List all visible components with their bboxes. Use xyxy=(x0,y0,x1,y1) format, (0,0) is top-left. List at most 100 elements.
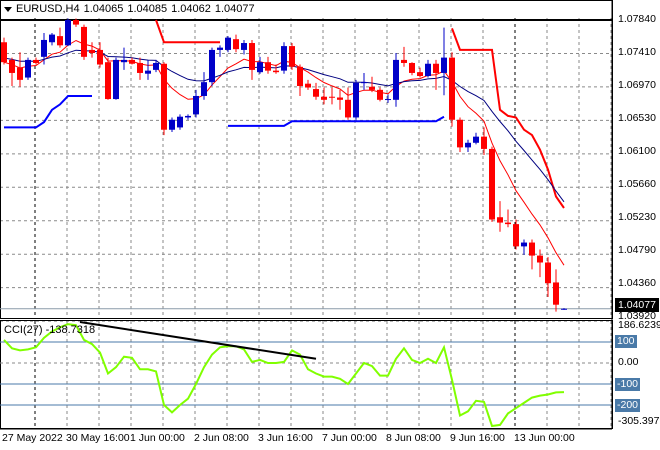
chart-header: EURUSD,H4 1.04065 1.04085 1.04062 1.04077 xyxy=(4,3,259,15)
bearish-candle xyxy=(249,43,255,70)
bullish-candle xyxy=(281,46,287,71)
bullish-candle xyxy=(145,70,151,74)
bearish-candle xyxy=(313,89,319,97)
bearish-candle xyxy=(457,119,463,148)
bullish-candle xyxy=(521,242,527,247)
bullish-candle xyxy=(49,34,55,43)
time-axis-label: 2 Jun 08:00 xyxy=(194,432,249,444)
bearish-candle xyxy=(33,59,39,63)
price-axis-label: 1.06530 xyxy=(618,112,656,124)
bullish-candle xyxy=(353,82,359,118)
bullish-candle xyxy=(393,59,399,100)
cci-trendline xyxy=(79,321,317,360)
bullish-candle xyxy=(425,63,431,77)
bullish-candle xyxy=(185,115,191,118)
bullish-candle xyxy=(225,37,231,50)
open-value: 1.04065 xyxy=(83,3,124,15)
bearish-candle xyxy=(97,49,103,65)
cci-min-label: -305.3977 xyxy=(618,415,660,427)
bearish-candle xyxy=(73,20,79,25)
symbol-label: EURUSD,H4 xyxy=(16,3,80,15)
current-price-label: 1.04077 xyxy=(615,298,659,312)
bullish-candle xyxy=(361,82,367,84)
close-value: 1.04077 xyxy=(214,3,255,15)
support-line xyxy=(4,95,92,129)
bullish-candle xyxy=(465,142,471,148)
bearish-candle xyxy=(105,62,111,100)
bullish-candle xyxy=(177,116,183,128)
bearish-candle xyxy=(161,63,167,130)
bullish-candle xyxy=(169,119,175,130)
bearish-candle xyxy=(1,42,7,63)
bullish-candle xyxy=(441,57,447,73)
bearish-candle xyxy=(57,36,63,46)
time-axis-label: 8 Jun 08:00 xyxy=(386,432,441,444)
fast-moving-average-line xyxy=(3,39,565,266)
bullish-candle xyxy=(113,59,119,100)
bullish-candle xyxy=(193,95,199,115)
price-axis-label: 1.06970 xyxy=(618,79,656,91)
bearish-candle xyxy=(505,222,511,225)
cci-line xyxy=(3,323,565,428)
support-line xyxy=(228,115,445,127)
bullish-candle xyxy=(201,82,207,96)
bullish-candle xyxy=(217,47,223,50)
time-axis-label: 9 Jun 16:00 xyxy=(450,432,505,444)
price-axis-label: 1.05230 xyxy=(618,211,656,223)
cci-level-100: 100 xyxy=(615,335,637,348)
time-axis-label: 1 Jun 00:00 xyxy=(130,432,185,444)
bearish-candle xyxy=(489,148,495,220)
price-axis-label: 1.07840 xyxy=(618,13,656,25)
bearish-candle xyxy=(321,96,327,100)
bearish-candle xyxy=(329,96,335,98)
bearish-candle xyxy=(377,89,383,100)
bearish-candle xyxy=(81,26,87,57)
bearish-candle xyxy=(433,63,439,73)
bearish-candle xyxy=(417,72,423,77)
bullish-candle xyxy=(257,62,263,73)
bearish-candle xyxy=(17,67,23,80)
high-value: 1.04085 xyxy=(127,3,168,15)
chart-canvas[interactable] xyxy=(0,0,660,450)
bearish-candle xyxy=(289,46,295,67)
bearish-candle xyxy=(529,242,535,256)
cci-value: -138.7318 xyxy=(45,324,96,336)
cci-max-label: 186.6239 xyxy=(618,319,660,331)
bearish-candle xyxy=(89,49,95,53)
cci-header: CCI(27) -138.7318 xyxy=(4,324,95,336)
bullish-candle xyxy=(385,99,391,101)
bearish-candle xyxy=(297,66,303,86)
bearish-candle xyxy=(497,217,503,223)
bearish-candle xyxy=(233,39,239,50)
bullish-candle xyxy=(25,59,31,78)
bullish-candle xyxy=(41,39,47,57)
price-axis-label: 1.07410 xyxy=(618,46,656,58)
bearish-candle xyxy=(9,59,15,73)
bullish-candle xyxy=(473,136,479,143)
bullish-candle xyxy=(241,43,247,50)
resistance-line xyxy=(155,19,220,44)
cci-level-minus-100: -100 xyxy=(615,378,641,391)
bearish-candle xyxy=(137,62,143,73)
time-axis-label: 27 May 2022 xyxy=(2,432,63,444)
bearish-candle xyxy=(553,282,559,305)
bearish-candle xyxy=(129,59,135,64)
bearish-candle xyxy=(481,136,487,149)
time-axis-label: 30 May 16:00 xyxy=(66,432,130,444)
cci-level-minus-200: -200 xyxy=(615,399,641,412)
bearish-candle xyxy=(337,97,343,100)
bullish-candle xyxy=(209,49,215,83)
bullish-candle xyxy=(121,59,127,63)
bullish-candle xyxy=(561,308,567,310)
bearish-candle xyxy=(545,262,551,284)
price-axis-label: 1.04360 xyxy=(618,277,656,289)
bearish-candle xyxy=(265,62,271,71)
price-axis-label: 1.06100 xyxy=(618,145,656,157)
cci-level-0: 0.00 xyxy=(618,356,639,368)
bearish-candle xyxy=(409,62,415,73)
cci-title: CCI(27) xyxy=(4,324,43,336)
bearish-candle xyxy=(537,255,543,263)
dropdown-triangle-icon[interactable] xyxy=(4,6,12,12)
bullish-candle xyxy=(65,20,71,46)
time-axis-label: 3 Jun 16:00 xyxy=(258,432,313,444)
